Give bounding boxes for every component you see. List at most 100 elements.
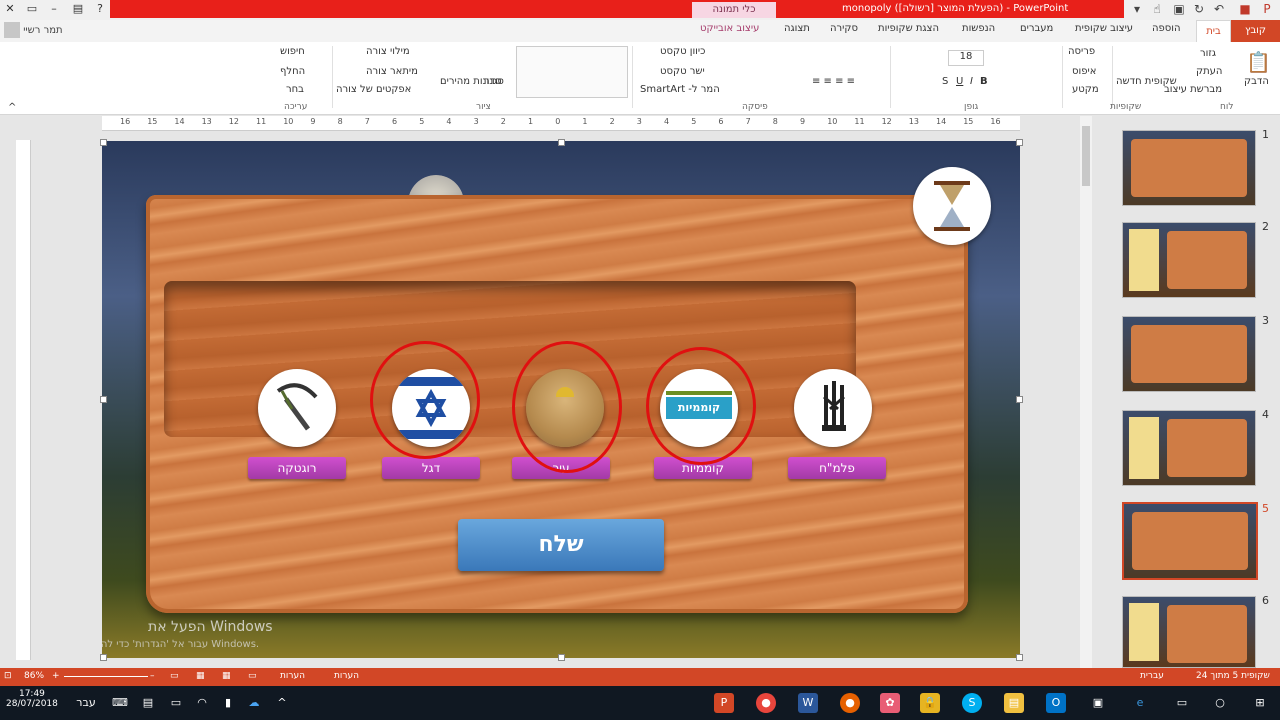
resize-handle[interactable]	[100, 396, 107, 403]
undo-icon[interactable]: ↶	[1212, 2, 1226, 16]
slide-thumbnail[interactable]	[1122, 596, 1256, 668]
redo-icon[interactable]: ↻	[1192, 2, 1206, 16]
onedrive-icon[interactable]: ☁	[244, 693, 264, 713]
slide-canvas[interactable]: רוגטקה דגל עיר קוממיות קוממיות פלמ"ח שלח…	[102, 141, 1020, 658]
zoom-out-icon[interactable]: –	[150, 671, 155, 681]
italic-button[interactable]: I	[970, 76, 973, 87]
resize-handle[interactable]	[100, 654, 107, 661]
notifications-icon[interactable]: ▤	[138, 693, 158, 713]
font-size-box[interactable]: 18	[948, 50, 984, 66]
save-icon[interactable]: ■	[1238, 2, 1252, 16]
slide-thumbnail[interactable]	[1122, 222, 1256, 298]
underline-button[interactable]: U	[956, 76, 963, 87]
option-label-slingshot[interactable]: רוגטקה	[248, 457, 346, 479]
battery-icon[interactable]: ▮	[218, 693, 238, 713]
resize-handle[interactable]	[558, 654, 565, 661]
resize-handle[interactable]	[558, 139, 565, 146]
send-button[interactable]: שלח	[458, 519, 664, 571]
ribbon-display-icon[interactable]: ▤	[70, 2, 86, 16]
paint-app-icon[interactable]: ✿	[880, 693, 900, 713]
collapse-ribbon-icon[interactable]: ^	[8, 102, 16, 113]
touch-mode-icon[interactable]: ☝	[1150, 2, 1164, 16]
edge-icon[interactable]: e	[1130, 693, 1150, 713]
notes-button[interactable]: הערות	[334, 671, 359, 681]
reset-button[interactable]: איפוס	[1072, 66, 1096, 77]
normal-view-icon[interactable]: ▭	[248, 671, 257, 681]
quick-styles-button[interactable]: סגנונות מהירים	[440, 76, 504, 87]
word-icon[interactable]: W	[798, 693, 818, 713]
reading-view-icon[interactable]: ▦	[196, 671, 205, 681]
tab-view[interactable]: תצוגה	[784, 23, 810, 34]
resize-handle[interactable]	[100, 139, 107, 146]
slide-thumbnail[interactable]	[1122, 410, 1256, 486]
keyboard-icon[interactable]: ⌨	[110, 693, 130, 713]
zoom-in-icon[interactable]: +	[52, 671, 60, 681]
powerpoint-taskbar-icon[interactable]: P	[714, 693, 734, 713]
system-clock[interactable]: 17:49 28/07/2018	[6, 689, 58, 709]
slideshow-view-icon[interactable]: ▭	[170, 671, 179, 681]
copy-button[interactable]: העתק	[1196, 66, 1222, 77]
replace-button[interactable]: החלף	[280, 66, 305, 77]
option-label-flag[interactable]: דגל	[382, 457, 480, 479]
slide-thumbnail-active[interactable]	[1122, 502, 1258, 580]
tab-review[interactable]: סקירה	[830, 23, 858, 34]
file-explorer-icon[interactable]: ▤	[1004, 693, 1024, 713]
search-icon[interactable]: ○	[1210, 693, 1230, 713]
align-text-button[interactable]: ישר טקסט	[660, 66, 705, 77]
task-view-icon[interactable]: ▭	[1172, 693, 1192, 713]
tab-animations[interactable]: הנפשות	[962, 23, 995, 34]
tab-design[interactable]: עיצוב שקופית	[1075, 23, 1133, 34]
tab-format[interactable]: עיצוב אובייקט	[700, 23, 759, 34]
cut-button[interactable]: גזור	[1200, 48, 1216, 59]
align-icons[interactable]: ≡ ≡ ≡ ≡	[812, 76, 855, 87]
tab-insert[interactable]: הוספה	[1152, 23, 1181, 34]
section-button[interactable]: מקטע	[1072, 84, 1099, 95]
wifi-icon[interactable]: ◠	[192, 693, 212, 713]
option-label-palmach[interactable]: פלמ"ח	[788, 457, 886, 479]
select-button[interactable]: בחר	[286, 84, 304, 95]
paste-icon[interactable]: 📋	[1246, 50, 1271, 74]
display-icon[interactable]: ▭	[166, 693, 186, 713]
tab-file[interactable]: קובץ	[1231, 20, 1280, 42]
shape-fill-button[interactable]: מילוי צורה	[366, 46, 410, 57]
tab-transitions[interactable]: מעברים	[1020, 23, 1053, 34]
tab-slideshow[interactable]: הצגת שקופיות	[878, 23, 939, 34]
palmach-emblem-icon[interactable]	[794, 369, 872, 447]
outlook-icon[interactable]: O	[1046, 693, 1066, 713]
chrome-icon[interactable]: ●	[756, 693, 776, 713]
shape-effects-button[interactable]: אפקטים של צורה	[336, 84, 411, 95]
zoom-slider[interactable]	[64, 676, 148, 677]
smartart-button[interactable]: SmartArt -המר ל	[640, 84, 720, 95]
tab-home[interactable]: בית	[1196, 20, 1231, 43]
shape-outline-button[interactable]: מיתאר צורה	[366, 66, 418, 77]
shapes-gallery[interactable]	[516, 46, 628, 98]
comments-button[interactable]: הערות	[280, 671, 305, 681]
paste-button[interactable]: הדבק	[1244, 76, 1269, 87]
lock-app-icon[interactable]: 🔒	[920, 693, 940, 713]
text-direction-button[interactable]: כיוון טקסט	[660, 46, 705, 57]
slide-thumbnail[interactable]	[1122, 316, 1256, 392]
shadow-button[interactable]: S	[942, 76, 948, 87]
slingshot-icon[interactable]	[258, 369, 336, 447]
input-language[interactable]: עבר	[76, 693, 96, 713]
fit-slide-icon[interactable]: ⊡	[4, 671, 12, 681]
customize-qat-icon[interactable]: ▾	[1130, 2, 1144, 16]
layout-button[interactable]: פריסה	[1068, 46, 1095, 57]
vertical-scrollbar[interactable]	[1080, 116, 1092, 668]
help-icon[interactable]: ?	[92, 2, 108, 16]
start-button-icon[interactable]: ⊞	[1250, 693, 1270, 713]
find-button[interactable]: חיפוש	[280, 46, 305, 57]
slide-thumbnail[interactable]	[1122, 130, 1256, 206]
show-hidden-icons[interactable]: ^	[272, 693, 292, 713]
timer-button[interactable]	[913, 167, 991, 245]
store-icon[interactable]: ▣	[1088, 693, 1108, 713]
resize-handle[interactable]	[1016, 396, 1023, 403]
skype-icon[interactable]: S	[962, 693, 982, 713]
resize-handle[interactable]	[1016, 654, 1023, 661]
scrollbar-thumb[interactable]	[1082, 126, 1090, 186]
new-slide-button[interactable]: שקופית חדשה	[1116, 76, 1177, 87]
resize-handle[interactable]	[1016, 139, 1023, 146]
minimize-icon[interactable]: –	[46, 2, 62, 16]
maximize-icon[interactable]: ▭	[24, 2, 40, 16]
zoom-level[interactable]: 86%	[24, 671, 44, 681]
